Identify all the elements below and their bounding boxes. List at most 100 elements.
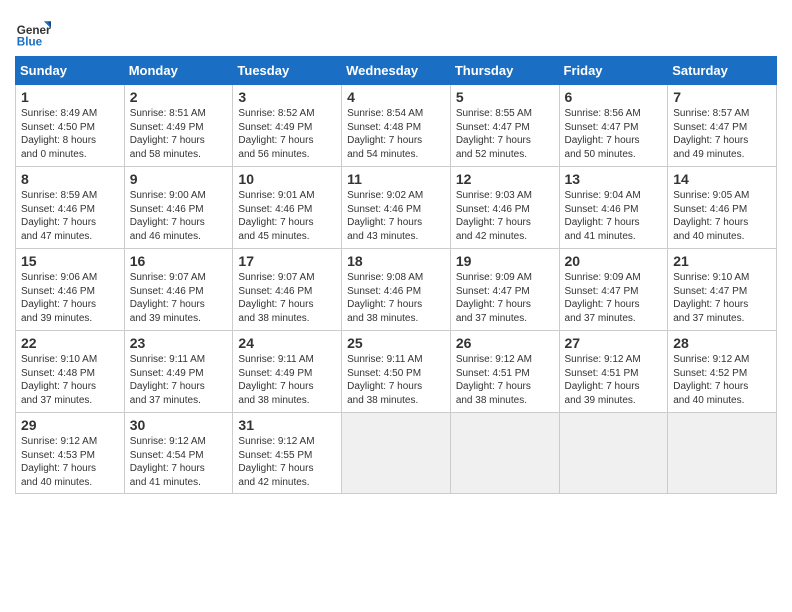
calendar-cell: 22 Sunrise: 9:10 AM Sunset: 4:48 PM Dayli… [16,331,125,413]
day-number: 13 [565,171,664,187]
day-number: 27 [565,335,664,351]
day-number: 29 [21,417,120,433]
calendar-cell: 18 Sunrise: 9:08 AM Sunset: 4:46 PM Dayli… [342,249,451,331]
day-number: 11 [347,171,446,187]
cell-info: Sunrise: 8:55 AM Sunset: 4:47 PM Dayligh… [456,107,555,161]
cell-info: Sunrise: 9:12 AM Sunset: 4:55 PM Dayligh… [238,435,337,489]
cell-info: Sunrise: 9:08 AM Sunset: 4:46 PM Dayligh… [347,271,446,325]
calendar-cell: 16 Sunrise: 9:07 AM Sunset: 4:46 PM Dayli… [124,249,233,331]
day-number: 6 [565,89,664,105]
cell-info: Sunrise: 9:04 AM Sunset: 4:46 PM Dayligh… [565,189,664,243]
cell-info: Sunrise: 9:05 AM Sunset: 4:46 PM Dayligh… [673,189,772,243]
calendar-cell: 12Sunrise: 9:03 AM Sunset: 4:46 PM Dayli… [450,167,559,249]
cell-info: Sunrise: 9:12 AM Sunset: 4:54 PM Dayligh… [130,435,229,489]
calendar-cell: 21Sunrise: 9:10 AM Sunset: 4:47 PM Dayli… [668,249,777,331]
cell-info: Sunrise: 9:11 AM Sunset: 4:49 PM Dayligh… [238,353,337,407]
calendar-cell: 11 Sunrise: 9:02 AM Sunset: 4:46 PM Dayli… [342,167,451,249]
day-number: 14 [673,171,772,187]
calendar-cell: 28 Sunrise: 9:12 AM Sunset: 4:52 PM Dayli… [668,331,777,413]
day-number: 25 [347,335,446,351]
day-number: 9 [130,171,229,187]
day-header-monday: Monday [124,57,233,85]
cell-info: Sunrise: 9:06 AM Sunset: 4:46 PM Dayligh… [21,271,120,325]
calendar-cell: 30 Sunrise: 9:12 AM Sunset: 4:54 PM Dayli… [124,413,233,494]
calendar-cell: 27 Sunrise: 9:12 AM Sunset: 4:51 PM Dayli… [559,331,668,413]
day-number: 3 [238,89,337,105]
cell-info: Sunrise: 9:12 AM Sunset: 4:53 PM Dayligh… [21,435,120,489]
calendar-cell: 14 Sunrise: 9:05 AM Sunset: 4:46 PM Dayli… [668,167,777,249]
calendar-cell [450,413,559,494]
day-header-saturday: Saturday [668,57,777,85]
day-number: 15 [21,253,120,269]
logo-icon: General Blue [15,14,51,50]
day-number: 19 [456,253,555,269]
day-header-friday: Friday [559,57,668,85]
calendar-cell: 26 Sunrise: 9:12 AM Sunset: 4:51 PM Dayli… [450,331,559,413]
cell-info: Sunrise: 9:12 AM Sunset: 4:51 PM Dayligh… [456,353,555,407]
cell-info: Sunrise: 9:07 AM Sunset: 4:46 PM Dayligh… [130,271,229,325]
day-number: 17 [238,253,337,269]
day-number: 21 [673,253,772,269]
week-row-3: 15 Sunrise: 9:06 AM Sunset: 4:46 PM Dayli… [16,249,777,331]
calendar-cell: 17 Sunrise: 9:07 AM Sunset: 4:46 PM Dayli… [233,249,342,331]
cell-info: Sunrise: 8:52 AM Sunset: 4:49 PM Dayligh… [238,107,337,161]
day-number: 2 [130,89,229,105]
calendar-cell: 6 Sunrise: 8:56 AM Sunset: 4:47 PM Daylig… [559,85,668,167]
cell-info: Sunrise: 9:12 AM Sunset: 4:51 PM Dayligh… [565,353,664,407]
day-number: 23 [130,335,229,351]
day-number: 24 [238,335,337,351]
calendar-cell: 31 Sunrise: 9:12 AM Sunset: 4:55 PM Dayli… [233,413,342,494]
day-number: 7 [673,89,772,105]
day-number: 20 [565,253,664,269]
calendar-cell: 23Sunrise: 9:11 AM Sunset: 4:49 PM Dayli… [124,331,233,413]
day-header-sunday: Sunday [16,57,125,85]
logo: General Blue [15,14,55,50]
day-number: 31 [238,417,337,433]
cell-info: Sunrise: 9:09 AM Sunset: 4:47 PM Dayligh… [456,271,555,325]
day-number: 18 [347,253,446,269]
week-row-1: 1 Sunrise: 8:49 AM Sunset: 4:50 PM Daylig… [16,85,777,167]
day-number: 22 [21,335,120,351]
day-number: 5 [456,89,555,105]
calendar-cell: 9Sunrise: 9:00 AM Sunset: 4:46 PM Daylig… [124,167,233,249]
cell-info: Sunrise: 9:03 AM Sunset: 4:46 PM Dayligh… [456,189,555,243]
day-number: 26 [456,335,555,351]
day-number: 4 [347,89,446,105]
calendar-cell [342,413,451,494]
day-number: 30 [130,417,229,433]
calendar-cell [559,413,668,494]
cell-info: Sunrise: 9:07 AM Sunset: 4:46 PM Dayligh… [238,271,337,325]
calendar-cell: 24 Sunrise: 9:11 AM Sunset: 4:49 PM Dayli… [233,331,342,413]
cell-info: Sunrise: 8:57 AM Sunset: 4:47 PM Dayligh… [673,107,772,161]
cell-info: Sunrise: 9:11 AM Sunset: 4:50 PM Dayligh… [347,353,446,407]
calendar-cell: 13 Sunrise: 9:04 AM Sunset: 4:46 PM Dayli… [559,167,668,249]
day-number: 16 [130,253,229,269]
cell-info: Sunrise: 9:01 AM Sunset: 4:46 PM Dayligh… [238,189,337,243]
svg-text:Blue: Blue [17,36,43,49]
calendar-cell: 10 Sunrise: 9:01 AM Sunset: 4:46 PM Dayli… [233,167,342,249]
cell-info: Sunrise: 8:49 AM Sunset: 4:50 PM Dayligh… [21,107,120,161]
week-row-4: 22 Sunrise: 9:10 AM Sunset: 4:48 PM Dayli… [16,331,777,413]
day-header-thursday: Thursday [450,57,559,85]
cell-info: Sunrise: 9:09 AM Sunset: 4:47 PM Dayligh… [565,271,664,325]
calendar-cell: 5 Sunrise: 8:55 AM Sunset: 4:47 PM Daylig… [450,85,559,167]
day-number: 1 [21,89,120,105]
calendar-cell: 4 Sunrise: 8:54 AM Sunset: 4:48 PM Daylig… [342,85,451,167]
cell-info: Sunrise: 8:54 AM Sunset: 4:48 PM Dayligh… [347,107,446,161]
day-number: 8 [21,171,120,187]
day-header-tuesday: Tuesday [233,57,342,85]
cell-info: Sunrise: 8:59 AM Sunset: 4:46 PM Dayligh… [21,189,120,243]
calendar-cell: 25 Sunrise: 9:11 AM Sunset: 4:50 PM Dayli… [342,331,451,413]
calendar-cell: 8 Sunrise: 8:59 AM Sunset: 4:46 PM Daylig… [16,167,125,249]
calendar-cell: 29 Sunrise: 9:12 AM Sunset: 4:53 PM Dayli… [16,413,125,494]
header: General Blue [15,10,777,50]
cell-info: Sunrise: 9:10 AM Sunset: 4:48 PM Dayligh… [21,353,120,407]
day-number: 28 [673,335,772,351]
day-header-wednesday: Wednesday [342,57,451,85]
cell-info: Sunrise: 8:56 AM Sunset: 4:47 PM Dayligh… [565,107,664,161]
header-row: SundayMondayTuesdayWednesdayThursdayFrid… [16,57,777,85]
cell-info: Sunrise: 9:02 AM Sunset: 4:46 PM Dayligh… [347,189,446,243]
cell-info: Sunrise: 8:51 AM Sunset: 4:49 PM Dayligh… [130,107,229,161]
day-number: 10 [238,171,337,187]
cell-info: Sunrise: 9:12 AM Sunset: 4:52 PM Dayligh… [673,353,772,407]
